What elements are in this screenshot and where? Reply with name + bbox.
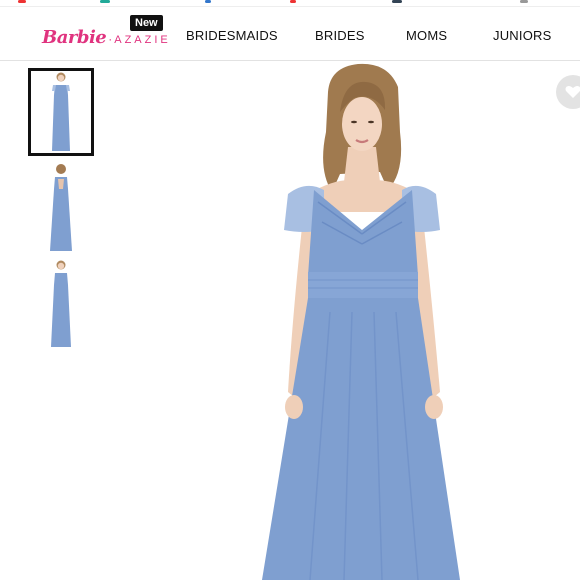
bookmark-icon xyxy=(205,0,211,3)
bookmark-icon xyxy=(290,0,296,3)
logo-barbie-text: Barbie xyxy=(42,27,107,48)
wishlist-button[interactable] xyxy=(556,75,580,109)
logo-azazie-text: AZAZIE xyxy=(114,34,171,46)
thumbnail-side[interactable] xyxy=(28,260,94,348)
browser-strip xyxy=(0,0,580,7)
product-main-image xyxy=(262,63,460,580)
dress-thumbnail-image xyxy=(52,72,70,151)
dress-thumbnail-image xyxy=(50,164,72,251)
bookmark-icon xyxy=(520,0,528,3)
nav-brides[interactable]: BRIDES xyxy=(315,28,365,43)
bookmark-icon xyxy=(18,0,26,3)
nav-moms[interactable]: MOMS xyxy=(406,28,447,43)
logo-separator: · xyxy=(108,32,113,46)
thumbnail-back[interactable] xyxy=(28,164,94,252)
nav-juniors[interactable]: JUNIORS xyxy=(493,28,551,43)
thumbnail-front[interactable] xyxy=(28,68,94,156)
site-header: Barbie · AZAZIE New BRIDESMAIDS BRIDES M… xyxy=(0,7,580,61)
dress-thumbnail-image xyxy=(51,260,71,347)
heart-icon xyxy=(565,85,580,98)
new-badge: New xyxy=(130,15,163,31)
bookmark-icon xyxy=(392,0,402,3)
bookmark-icon xyxy=(100,0,110,3)
nav-bridesmaids[interactable]: BRIDESMAIDS xyxy=(186,28,278,43)
